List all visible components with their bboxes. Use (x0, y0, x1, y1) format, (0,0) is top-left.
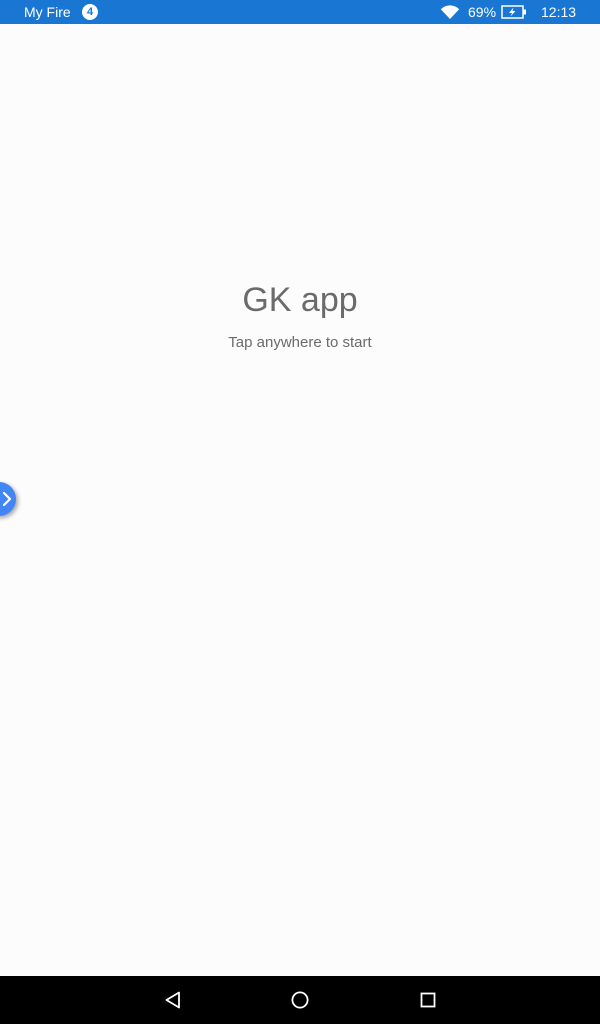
status-bar: My Fire 4 69% 12:13 (0, 0, 600, 24)
app-start-area[interactable]: GK app Tap anywhere to start (0, 24, 600, 976)
chevron-right-icon (2, 492, 12, 506)
battery-charging-icon (501, 5, 526, 19)
back-icon[interactable] (161, 988, 185, 1012)
recents-icon[interactable] (416, 988, 440, 1012)
app-title: GK app (242, 281, 358, 319)
wifi-icon (440, 5, 460, 19)
carrier-label: My Fire (24, 4, 71, 20)
notification-count-badge: 4 (82, 4, 98, 20)
navigation-bar (0, 976, 600, 1024)
home-icon[interactable] (288, 988, 312, 1012)
battery-percent: 69% (468, 4, 497, 20)
status-clock: 12:13 (541, 4, 577, 20)
app-start-hint: Tap anywhere to start (228, 334, 372, 351)
